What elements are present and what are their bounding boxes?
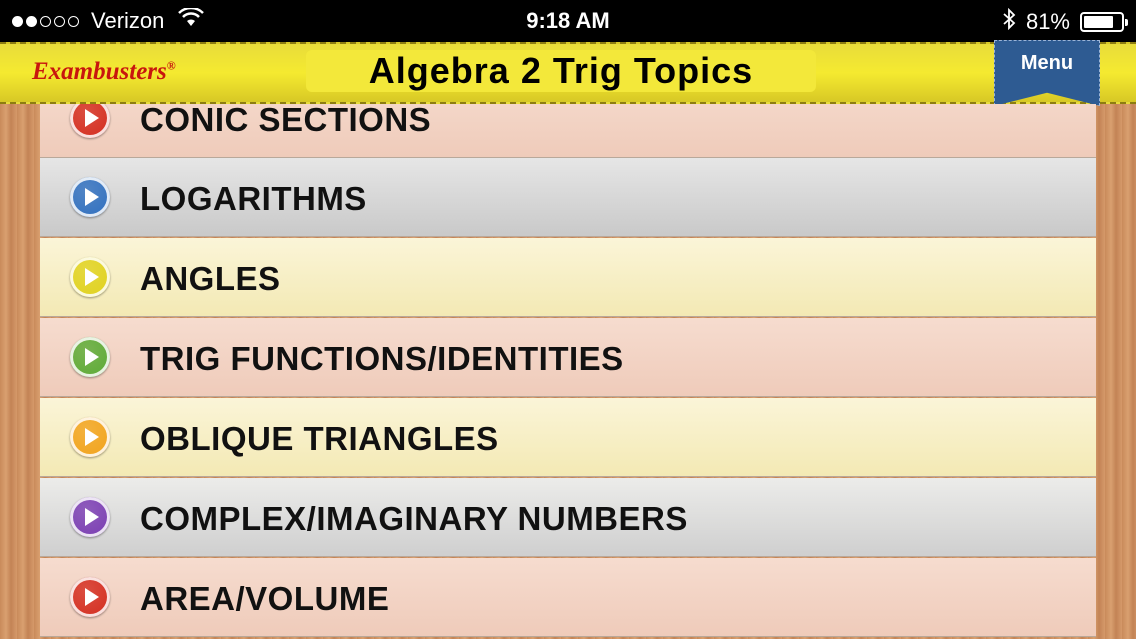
topic-row[interactable]: ANGLES bbox=[40, 238, 1096, 317]
topic-list: CONIC SECTIONS LOGARITHMS ANGLES TRIG FU… bbox=[40, 104, 1096, 639]
status-time: 9:18 AM bbox=[526, 8, 610, 33]
play-icon bbox=[70, 104, 110, 138]
menu-button[interactable]: Menu bbox=[994, 40, 1100, 106]
topic-row[interactable]: OBLIQUE TRIANGLES bbox=[40, 398, 1096, 477]
status-bar: Verizon 9:18 AM 81% bbox=[0, 0, 1136, 42]
play-icon bbox=[70, 177, 110, 217]
battery-percent: 81% bbox=[1025, 9, 1070, 34]
play-icon bbox=[70, 257, 110, 297]
app-header: Exambusters® Algebra 2 Trig Topics Menu bbox=[0, 40, 1136, 106]
topic-label: AREA/VOLUME bbox=[140, 580, 390, 617]
topic-label: LOGARITHMS bbox=[140, 180, 367, 217]
topic-label: OBLIQUE TRIANGLES bbox=[140, 420, 499, 457]
play-icon bbox=[70, 497, 110, 537]
topic-row[interactable]: COMPLEX/IMAGINARY NUMBERS bbox=[40, 478, 1096, 557]
topic-label: CONIC SECTIONS bbox=[140, 104, 432, 138]
brand-logo: Exambusters® bbox=[32, 58, 176, 85]
battery-icon bbox=[1080, 12, 1128, 32]
topic-label: TRIG FUNCTIONS/IDENTITIES bbox=[140, 340, 624, 377]
play-icon bbox=[70, 577, 110, 617]
topic-label: COMPLEX/IMAGINARY NUMBERS bbox=[140, 500, 688, 537]
play-icon bbox=[70, 417, 110, 457]
page-title: Algebra 2 Trig Topics bbox=[306, 50, 816, 92]
bluetooth-icon bbox=[1002, 7, 1016, 36]
play-icon bbox=[70, 337, 110, 377]
topic-row[interactable]: CONIC SECTIONS bbox=[40, 104, 1096, 158]
topic-row[interactable]: LOGARITHMS bbox=[40, 158, 1096, 237]
status-right: 81% bbox=[1002, 7, 1128, 36]
topic-label: ANGLES bbox=[140, 260, 281, 297]
topic-row[interactable]: TRIG FUNCTIONS/IDENTITIES bbox=[40, 318, 1096, 397]
topic-row[interactable]: AREA/VOLUME bbox=[40, 558, 1096, 637]
